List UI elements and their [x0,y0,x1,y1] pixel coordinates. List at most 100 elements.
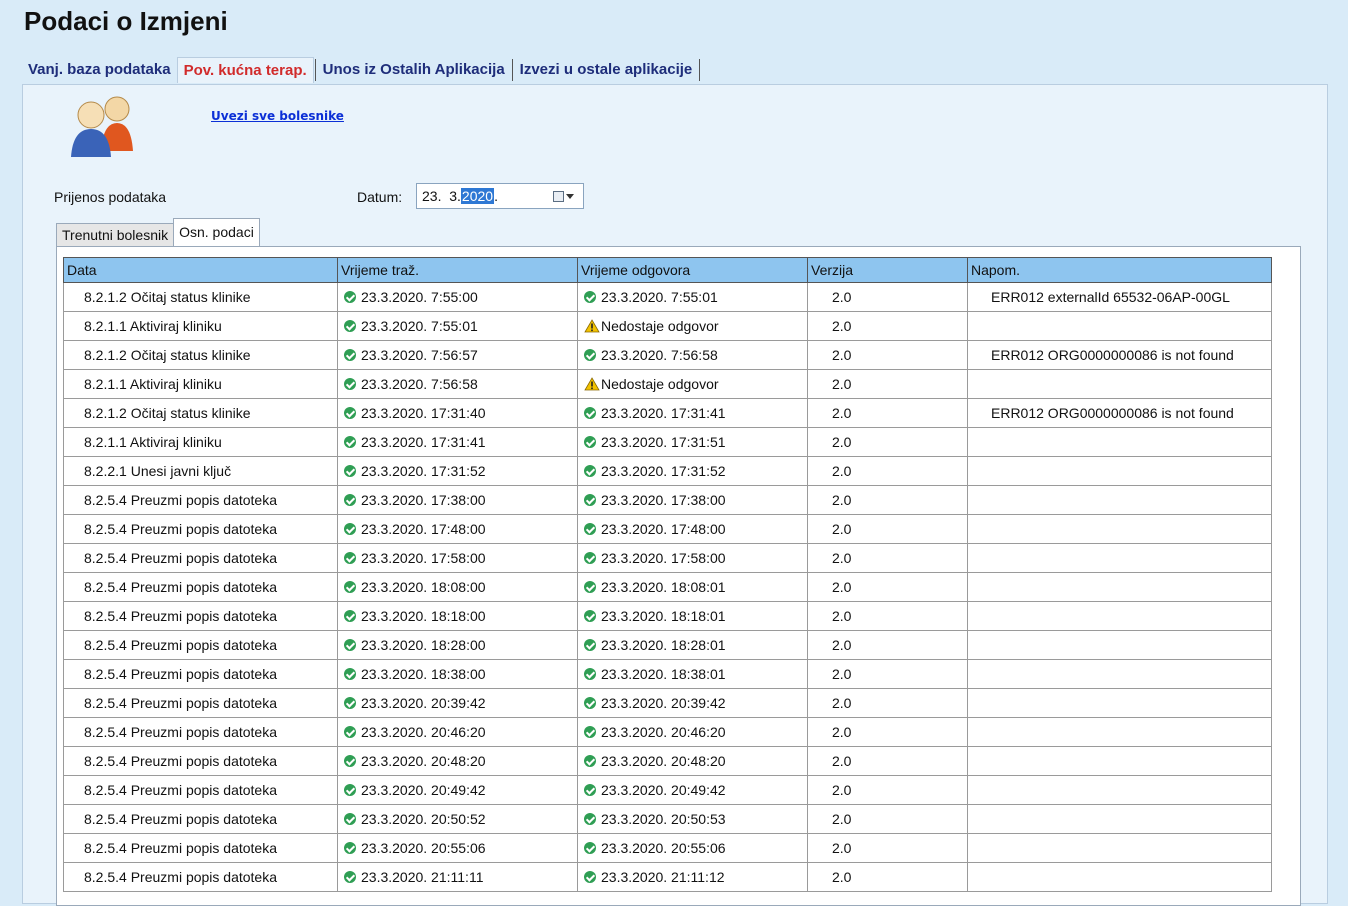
cell-response-time: 23.3.2020. 17:31:41 [577,398,808,428]
table-row[interactable]: 8.2.1.2 Očitaj status klinike 23.3.2020. … [63,340,1272,370]
cell-version: 2.0 [807,659,968,689]
column-header-request-time[interactable]: Vrijeme traž. [337,257,578,283]
cell-response-time-text: 23.3.2020. 20:39:42 [601,695,726,711]
table-row[interactable]: 8.2.1.2 Očitaj status klinike 23.3.2020. … [63,398,1272,428]
cell-response-time: 23.3.2020. 17:48:00 [577,514,808,544]
tab-current-patient[interactable]: Trenutni bolesnik [56,223,175,247]
cell-response-time-text: 23.3.2020. 17:31:52 [601,463,726,479]
cell-version: 2.0 [807,717,968,747]
tab-external-database[interactable]: Vanj. baza podataka [22,57,177,83]
table-row[interactable]: 8.2.5.4 Preuzmi popis datoteka 23.3.2020.… [63,688,1272,718]
cell-version: 2.0 [807,369,968,399]
table-row[interactable]: 8.2.5.4 Preuzmi popis datoteka 23.3.2020.… [63,862,1272,892]
cell-version: 2.0 [807,543,968,573]
cell-data: 8.2.5.4 Preuzmi popis datoteka [63,775,338,805]
tab-divider [699,59,701,81]
table-row[interactable]: 8.2.5.4 Preuzmi popis datoteka 23.3.2020.… [63,717,1272,747]
check-circle-icon [584,697,596,709]
cell-request-time: 23.3.2020. 17:31:40 [337,398,578,428]
cell-request-time: 23.3.2020. 20:48:20 [337,746,578,776]
table-row[interactable]: 8.2.5.4 Preuzmi popis datoteka 23.3.2020.… [63,630,1272,660]
cell-version: 2.0 [807,427,968,457]
table-row[interactable]: 8.2.5.4 Preuzmi popis datoteka 23.3.2020.… [63,543,1272,573]
check-circle-icon [584,581,596,593]
cell-data-text: 8.2.5.4 Preuzmi popis datoteka [84,492,278,508]
import-all-patients-link[interactable]: Uvezi sve bolesnike [211,109,344,123]
check-circle-icon [584,813,596,825]
cell-version-text: 2.0 [832,579,852,595]
cell-request-time: 23.3.2020. 17:48:00 [337,514,578,544]
date-picker-input[interactable]: 23. 3. 2020 . [416,183,584,209]
cell-note [967,456,1272,486]
cell-data: 8.2.1.2 Očitaj status klinike [63,282,338,312]
cell-request-time-text: 23.3.2020. 17:48:00 [361,521,486,537]
cell-request-time-text: 23.3.2020. 20:48:20 [361,753,486,769]
cell-version: 2.0 [807,340,968,370]
check-circle-icon [344,697,356,709]
cell-version-text: 2.0 [832,724,852,740]
column-header-version[interactable]: Verzija [807,257,968,283]
cell-version: 2.0 [807,282,968,312]
check-circle-icon [344,784,356,796]
cell-request-time: 23.3.2020. 17:58:00 [337,543,578,573]
check-circle-icon [584,407,596,419]
cell-response-time: 23.3.2020. 18:18:01 [577,601,808,631]
cell-response-time-text: 23.3.2020. 20:46:20 [601,724,726,740]
column-header-note[interactable]: Napom. [967,257,1272,283]
cell-version-text: 2.0 [832,637,852,653]
table-row[interactable]: 8.2.1.2 Očitaj status klinike 23.3.2020. … [63,282,1272,312]
cell-data: 8.2.2.1 Unesi javni ključ [63,456,338,486]
cell-response-time-text: 23.3.2020. 17:58:00 [601,550,726,566]
cell-data: 8.2.5.4 Preuzmi popis datoteka [63,514,338,544]
cell-request-time: 23.3.2020. 7:55:01 [337,311,578,341]
cell-note [967,746,1272,776]
check-circle-icon [584,668,596,680]
tab-export-other-apps[interactable]: Izvezi u ostale aplikacije [514,57,699,83]
column-header-data[interactable]: Data [63,257,338,283]
table-row[interactable]: 8.2.1.1 Aktiviraj kliniku 23.3.2020. 7:55… [63,311,1272,341]
exchange-log-grid[interactable]: Data Vrijeme traž. Vrijeme odgovora Verz… [56,246,1301,906]
cell-note-text: ERR012 externalId 65532-06AP-00GL [991,289,1230,305]
cell-data: 8.2.5.4 Preuzmi popis datoteka [63,688,338,718]
tab-home-therapy[interactable]: Pov. kućna terap. [176,57,314,83]
cell-response-time-text: 23.3.2020. 7:56:58 [601,347,718,363]
table-row[interactable]: 8.2.5.4 Preuzmi popis datoteka 23.3.2020.… [63,775,1272,805]
table-row[interactable]: 8.2.5.4 Preuzmi popis datoteka 23.3.2020.… [63,485,1272,515]
table-row[interactable]: 8.2.5.4 Preuzmi popis datoteka 23.3.2020.… [63,514,1272,544]
table-row[interactable]: 8.2.1.1 Aktiviraj kliniku 23.3.2020. 17:3… [63,427,1272,457]
table-row[interactable]: 8.2.1.1 Aktiviraj kliniku 23.3.2020. 7:56… [63,369,1272,399]
data-transfer-label: Prijenos podataka [54,189,167,205]
cell-note [967,833,1272,863]
table-row[interactable]: 8.2.5.4 Preuzmi popis datoteka 23.3.2020.… [63,572,1272,602]
cell-response-time: 23.3.2020. 18:28:01 [577,630,808,660]
cell-response-time-text: 23.3.2020. 17:31:51 [601,434,726,450]
cell-data: 8.2.5.4 Preuzmi popis datoteka [63,746,338,776]
cell-data-text: 8.2.5.4 Preuzmi popis datoteka [84,637,278,653]
table-row[interactable]: 8.2.2.1 Unesi javni ključ 23.3.2020. 17:3… [63,456,1272,486]
cell-version-text: 2.0 [832,811,852,827]
table-row[interactable]: 8.2.5.4 Preuzmi popis datoteka 23.3.2020.… [63,659,1272,689]
calendar-dropdown-icon[interactable] [553,189,575,203]
cell-data: 8.2.1.2 Očitaj status klinike [63,340,338,370]
cell-response-time: Nedostaje odgovor [577,369,808,399]
cell-request-time-text: 23.3.2020. 20:39:42 [361,695,486,711]
column-header-response-time[interactable]: Vrijeme odgovora [577,257,808,283]
cell-response-time: 23.3.2020. 20:39:42 [577,688,808,718]
table-row[interactable]: 8.2.5.4 Preuzmi popis datoteka 23.3.2020.… [63,833,1272,863]
cell-data-text: 8.2.5.4 Preuzmi popis datoteka [84,521,278,537]
table-row[interactable]: 8.2.5.4 Preuzmi popis datoteka 23.3.2020.… [63,601,1272,631]
cell-data-text: 8.2.1.2 Očitaj status klinike [84,289,251,305]
cell-request-time: 23.3.2020. 17:38:00 [337,485,578,515]
cell-request-time-text: 23.3.2020. 7:55:01 [361,318,478,334]
table-row[interactable]: 8.2.5.4 Preuzmi popis datoteka 23.3.2020.… [63,746,1272,776]
cell-version-text: 2.0 [832,608,852,624]
cell-note [967,804,1272,834]
cell-response-time-text: 23.3.2020. 18:08:01 [601,579,726,595]
cell-response-time-text: Nedostaje odgovor [601,318,719,334]
check-circle-icon [584,552,596,564]
check-circle-icon [344,407,356,419]
tab-basic-data[interactable]: Osn. podaci [173,218,260,247]
tab-import-other-apps[interactable]: Unos iz Ostalih Aplikacija [317,57,511,83]
table-row[interactable]: 8.2.5.4 Preuzmi popis datoteka 23.3.2020.… [63,804,1272,834]
cell-response-time: 23.3.2020. 17:31:52 [577,456,808,486]
